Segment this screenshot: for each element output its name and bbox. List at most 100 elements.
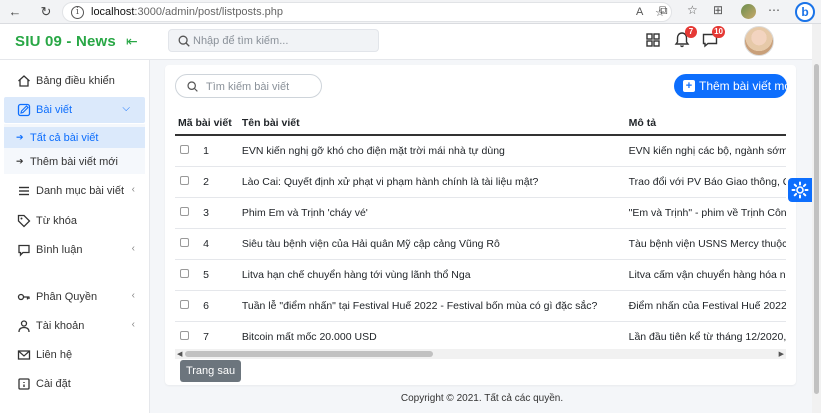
table-row[interactable]: 2 Lào Cai: Quyết định xử phạt vi phạm hà… [175, 166, 786, 198]
brand-title[interactable]: SIU 09 - News [15, 33, 116, 50]
user-icon [18, 320, 30, 333]
column-header-title[interactable]: Tên bài viết [238, 111, 626, 136]
browser-toolbar: ← ↻ i localhost:3000/admin/post/listpost… [0, 0, 821, 24]
table-horizontal-scrollbar[interactable]: ◀ ▶ [175, 349, 786, 359]
back-icon[interactable]: ← [6, 3, 24, 21]
column-header-id[interactable]: Mã bài viết [175, 111, 239, 136]
url-host: localhost [91, 6, 135, 18]
messages-badge: 10 [712, 26, 725, 38]
comment-icon [18, 244, 30, 257]
post-id: 5 [200, 259, 239, 291]
table-row[interactable]: 6 Tuần lễ "điểm nhấn" tại Festival Huế 2… [175, 290, 786, 322]
extensions-icon[interactable]: ⧉ [659, 3, 668, 18]
read-aloud-icon[interactable]: A [636, 6, 643, 18]
notifications-button[interactable]: 7 [673, 26, 697, 49]
posts-card: + Thêm bài viết mới Mã bài viết Tên bài … [165, 65, 796, 385]
address-bar[interactable]: i localhost:3000/admin/post/listposts.ph… [62, 2, 672, 22]
search-icon [178, 35, 190, 47]
arrow-right-icon: ➔ [16, 132, 24, 142]
post-title[interactable]: Litva hạn chế chuyển hàng tới vùng lãnh … [238, 259, 626, 291]
top-search-input[interactable] [193, 33, 373, 49]
refresh-icon[interactable]: ↻ [37, 3, 55, 21]
post-id: 6 [200, 290, 239, 322]
post-id: 3 [200, 197, 239, 229]
row-checkbox[interactable] [180, 268, 189, 278]
table-row[interactable]: 5 Litva hạn chế chuyển hàng tới vùng lãn… [175, 259, 786, 291]
edit-icon [17, 103, 31, 117]
browser-profile-avatar[interactable] [741, 4, 756, 19]
scrollbar-thumb[interactable] [814, 64, 819, 394]
app-header: SIU 09 - News ⇤ 7 10 [0, 24, 812, 60]
post-title[interactable]: Siêu tàu bệnh viện của Hải quân Mỹ cập c… [238, 228, 626, 260]
info-icon[interactable]: i [71, 6, 84, 19]
post-search-input[interactable] [206, 79, 316, 94]
row-checkbox[interactable] [180, 206, 189, 216]
post-title[interactable]: Phim Em và Trịnh 'cháy vé' [238, 197, 626, 229]
sidebar-item-tags[interactable]: Từ khóa [0, 208, 150, 234]
post-description: Tàu bệnh viện USNS Mercy thuộc Bộ tư lện… [625, 228, 786, 260]
posts-table: Mã bài viết Tên bài viết Mô tả 1 EVN kiế… [175, 111, 786, 353]
posts-table-wrapper: Mã bài viết Tên bài viết Mô tả 1 EVN kiế… [175, 111, 786, 357]
scroll-right-icon[interactable]: ▶ [779, 350, 784, 358]
row-checkbox[interactable] [180, 299, 189, 309]
next-page-button[interactable]: Trang sau [180, 360, 241, 382]
table-row[interactable]: 1 EVN kiến nghị gỡ khó cho điện mặt trời… [175, 135, 786, 167]
sidebar-item-contact[interactable]: Liên hệ [0, 342, 150, 368]
sidebar-item-comments[interactable]: Bình luận ‹ [0, 237, 150, 263]
sidebar-item-posts[interactable]: Bài viết ⌵ [4, 97, 145, 123]
chevron-left-icon: ‹ [131, 184, 135, 195]
user-avatar[interactable] [744, 26, 774, 56]
scroll-left-icon[interactable]: ◀ [177, 350, 182, 358]
sidebar-item-label: Bài viết [36, 104, 73, 116]
page-vertical-scrollbar[interactable] [812, 24, 821, 413]
sidebar-item-permissions[interactable]: Phân Quyền ‹ [0, 284, 150, 310]
notifications-badge: 7 [685, 26, 697, 38]
top-search-box [168, 29, 379, 52]
row-checkbox[interactable] [180, 237, 189, 247]
sidebar-item-dashboard[interactable]: Bảng điều khiển [0, 68, 150, 94]
post-title[interactable]: Tuần lễ "điểm nhấn" tại Festival Huế 202… [238, 290, 626, 322]
scrollbar-thumb[interactable] [185, 351, 433, 357]
post-title[interactable]: EVN kiến nghị gỡ khó cho điện mặt trời m… [238, 135, 626, 167]
sidebar-item-categories[interactable]: Danh mục bài viết ‹ [0, 178, 150, 204]
collapse-sidebar-icon[interactable]: ⇤ [126, 33, 138, 50]
sidebar-item-accounts[interactable]: Tài khoản ‹ [0, 313, 150, 339]
sidebar-item-label: Bảng điều khiển [36, 75, 115, 87]
footer-copyright: Copyright © 2021. Tất cả các quyền. [400, 393, 564, 404]
post-description: EVN kiến nghị các bộ, ngành sớm có quy đ… [625, 135, 786, 167]
submenu-item-all-posts[interactable]: ➔ Tất cả bài viết [4, 127, 145, 148]
arrow-right-icon: ➔ [16, 156, 24, 166]
post-search-box [175, 74, 322, 98]
add-post-button[interactable]: + Thêm bài viết mới [674, 74, 795, 98]
more-icon[interactable]: ⋯ [768, 3, 780, 17]
table-row[interactable]: 7 Bitcoin mất mốc 20.000 USD Lần đầu tiê… [175, 321, 786, 353]
post-title[interactable]: Bitcoin mất mốc 20.000 USD [238, 321, 626, 353]
plus-icon: + [683, 80, 695, 92]
post-description: Litva cấm vận chuyển hàng hóa nằm trong … [625, 259, 786, 291]
row-checkbox[interactable] [180, 175, 189, 185]
row-checkbox[interactable] [180, 144, 189, 154]
settings-float-button[interactable] [788, 178, 812, 202]
submenu-item-add-post[interactable]: ➔ Thêm bài viết mới [4, 151, 145, 172]
post-title[interactable]: Lào Cai: Quyết định xử phạt vi phạm hành… [238, 166, 626, 198]
favorites-icon[interactable]: ☆ [687, 3, 698, 17]
sidebar-item-settings[interactable]: Cài đặt [0, 371, 150, 397]
chevron-left-icon: ‹ [131, 319, 135, 330]
row-checkbox[interactable] [180, 330, 189, 340]
collections-icon[interactable]: ⊞ [713, 3, 723, 17]
column-header-description[interactable]: Mô tả [625, 111, 786, 136]
bing-icon[interactable]: b [795, 2, 815, 22]
chevron-down-icon: ⌵ [122, 103, 130, 114]
add-post-label: Thêm bài viết mới [699, 79, 795, 93]
table-row[interactable]: 4 Siêu tàu bệnh viện của Hải quân Mỹ cập… [175, 228, 786, 260]
apps-grid-icon[interactable] [644, 31, 662, 49]
post-description: "Em và Trịnh" - phim về Trịnh Công Sơn v… [625, 197, 786, 229]
home-icon [18, 75, 30, 87]
table-header-row: Mã bài viết Tên bài viết Mô tả [175, 111, 786, 136]
list-icon [19, 186, 29, 196]
sidebar-item-label: Danh mục bài viết [36, 185, 125, 197]
sidebar-item-label: Tài khoản [36, 320, 85, 332]
messages-button[interactable]: 10 [701, 26, 725, 49]
table-row[interactable]: 3 Phim Em và Trịnh 'cháy vé' "Em và Trịn… [175, 197, 786, 229]
key-icon [17, 293, 30, 301]
